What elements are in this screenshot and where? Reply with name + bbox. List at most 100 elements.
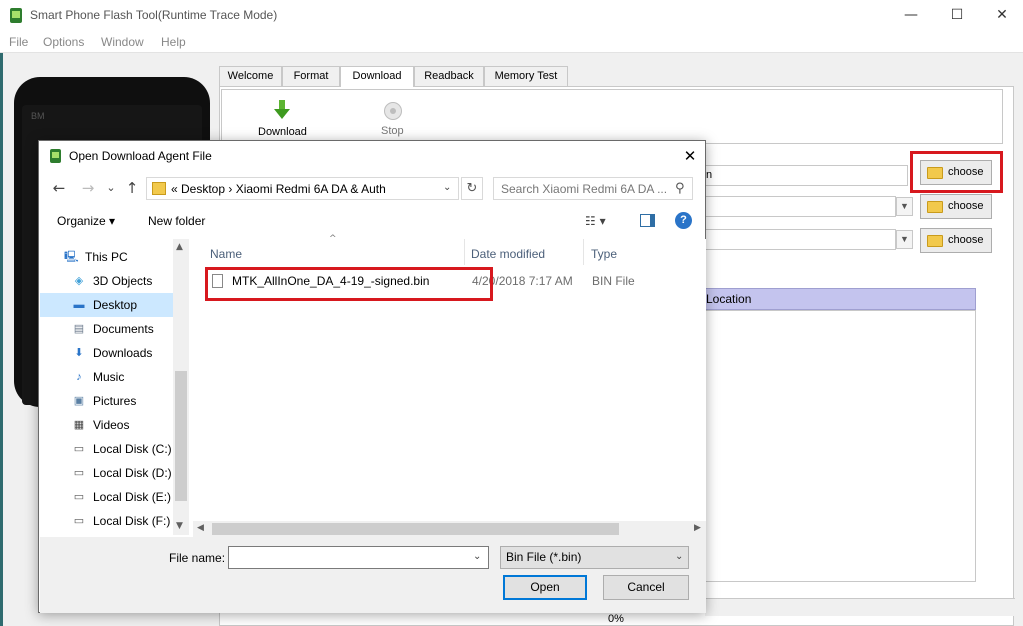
help-icon[interactable]: ?: [675, 212, 692, 229]
nav-label: Videos: [93, 418, 130, 432]
search-input[interactable]: Search Xiaomi Redmi 6A DA ... ⚲: [493, 177, 693, 200]
organize-button[interactable]: Organize ▾: [57, 214, 115, 228]
nav-item-pictures[interactable]: ▣ Pictures: [40, 389, 173, 413]
menu-help[interactable]: Help: [161, 35, 186, 49]
file-type-filter-select[interactable]: Bin File (*.bin): [500, 546, 689, 569]
open-button[interactable]: Open: [503, 575, 587, 600]
nav-label: Local Disk (C:): [93, 442, 172, 456]
nav-item-this-pc[interactable]: 🖳 This PC: [40, 245, 173, 269]
nav-label: This PC: [85, 250, 128, 264]
tab-download[interactable]: Download: [340, 66, 414, 87]
nav-item-local-disk-d[interactable]: ▭ Local Disk (D:): [40, 461, 173, 485]
address-path[interactable]: « Desktop › Xiaomi Redmi 6A DA & Auth: [171, 182, 386, 196]
maximize-button[interactable]: ☐: [942, 4, 972, 26]
menu-file[interactable]: File: [9, 35, 28, 49]
nav-label: Documents: [93, 322, 154, 336]
scroll-down-icon[interactable]: ▼: [176, 521, 183, 531]
folder-icon: [927, 201, 943, 213]
dialog-close-button[interactable]: ✕: [679, 145, 701, 167]
horizontal-scroll-thumb[interactable]: [212, 523, 619, 535]
menu-window[interactable]: Window: [101, 35, 144, 49]
search-icon: ⚲: [675, 181, 685, 196]
nav-item-local-disk-e[interactable]: ▭ Local Disk (E:): [40, 485, 173, 509]
nav-item-local-disk-f[interactable]: ▭ Local Disk (F:): [40, 509, 173, 533]
column-header-date-modified[interactable]: Date modified: [471, 247, 545, 261]
auth-file-field[interactable]: [700, 229, 896, 250]
chevron-down-icon[interactable]: ⌄: [473, 551, 481, 562]
horizontal-scrollbar[interactable]: ◀ ▶: [193, 521, 706, 537]
nav-item-3d-objects[interactable]: ◈ 3D Objects: [40, 269, 173, 293]
open-file-dialog: Open Download Agent File ✕ ← → ⌄ ↑ « Des…: [38, 140, 706, 613]
da-file-field[interactable]: n: [700, 165, 908, 186]
nav-label: Local Disk (E:): [93, 490, 172, 504]
download-button-label[interactable]: Download: [258, 126, 307, 138]
refresh-button[interactable]: ↻: [461, 177, 483, 200]
preview-pane-icon[interactable]: [640, 214, 655, 227]
nav-item-downloads[interactable]: ⬇ Downloads: [40, 341, 173, 365]
folder-icon: [152, 182, 166, 195]
3d-objects-icon: ◈: [74, 275, 84, 287]
tab-welcome[interactable]: Welcome: [219, 66, 282, 86]
nav-item-local-disk-c[interactable]: ▭ Local Disk (C:): [40, 437, 173, 461]
sort-ascending-icon: ^: [329, 234, 337, 244]
chevron-down-icon[interactable]: ⌄: [443, 182, 451, 193]
chevron-down-icon[interactable]: ⌄: [675, 551, 683, 562]
column-divider[interactable]: [464, 239, 465, 265]
tab-format[interactable]: Format: [282, 66, 340, 86]
nav-label: Music: [93, 370, 125, 384]
close-button[interactable]: ✕: [987, 4, 1017, 26]
column-header-name[interactable]: Name: [210, 247, 242, 261]
column-divider[interactable]: [583, 239, 584, 265]
choose-label: choose: [948, 234, 984, 246]
back-button[interactable]: ←: [49, 178, 69, 198]
scroll-right-icon[interactable]: ▶: [694, 523, 701, 533]
nav-label: 3D Objects: [93, 274, 153, 288]
cancel-button[interactable]: Cancel: [603, 575, 689, 600]
minimize-button[interactable]: —: [896, 4, 926, 26]
nav-item-music[interactable]: ♪ Music: [40, 365, 173, 389]
choose-scatter-button[interactable]: choose: [920, 194, 992, 219]
nav-item-documents[interactable]: ▤ Documents: [40, 317, 173, 341]
title-bar: Smart Phone Flash Tool(Runtime Trace Mod…: [0, 0, 1023, 31]
dialog-app-icon: [50, 149, 61, 163]
download-toolbar: [221, 89, 1003, 144]
up-button[interactable]: ↑: [122, 178, 142, 198]
new-folder-button[interactable]: New folder: [148, 214, 205, 228]
view-options-icon[interactable]: ☷ ▾: [585, 214, 606, 228]
window-edge: [0, 53, 3, 626]
nav-item-videos[interactable]: ▦ Videos: [40, 413, 173, 437]
address-bar[interactable]: « Desktop › Xiaomi Redmi 6A DA & Auth ⌄: [146, 177, 459, 200]
tab-readback[interactable]: Readback: [414, 66, 484, 86]
scatter-dropdown-icon[interactable]: ▼: [896, 197, 913, 216]
nav-scrollbar[interactable]: ▲ ▼: [173, 239, 189, 535]
stop-icon[interactable]: [384, 102, 402, 120]
navigation-pane: 🖳 This PC ◈ 3D Objects ▬ Desktop ▤ Docum…: [40, 239, 187, 535]
table-header-location: Location: [700, 288, 976, 310]
recent-locations-button[interactable]: ⌄: [101, 178, 121, 198]
choose-highlight-box: [910, 151, 1003, 193]
stop-button-label[interactable]: Stop: [381, 125, 404, 137]
nav-scroll-thumb[interactable]: [175, 371, 187, 501]
file-type: BIN File: [592, 274, 635, 288]
nav-label: Local Disk (F:): [93, 514, 171, 528]
desktop-icon: ▬: [73, 299, 85, 311]
nav-label: Downloads: [93, 346, 153, 360]
tab-memory-test[interactable]: Memory Test: [484, 66, 568, 86]
nav-item-desktop[interactable]: ▬ Desktop: [40, 293, 173, 317]
scroll-up-icon[interactable]: ▲: [176, 242, 183, 252]
drive-icon: ▭: [73, 443, 85, 455]
auth-dropdown-icon[interactable]: ▼: [896, 230, 913, 249]
scroll-left-icon[interactable]: ◀: [197, 523, 204, 533]
pictures-icon: ▣: [73, 395, 85, 407]
file-name-input[interactable]: [228, 546, 489, 569]
music-icon: ♪: [76, 371, 82, 383]
partition-table: [700, 310, 976, 582]
drive-icon: ▭: [73, 491, 85, 503]
column-header-type[interactable]: Type: [591, 247, 617, 261]
choose-auth-button[interactable]: choose: [920, 228, 992, 253]
forward-button[interactable]: →: [78, 178, 98, 198]
scatter-file-field[interactable]: [700, 196, 896, 217]
download-icon[interactable]: [273, 100, 291, 120]
menu-options[interactable]: Options: [43, 35, 84, 49]
choose-label: choose: [948, 200, 984, 212]
